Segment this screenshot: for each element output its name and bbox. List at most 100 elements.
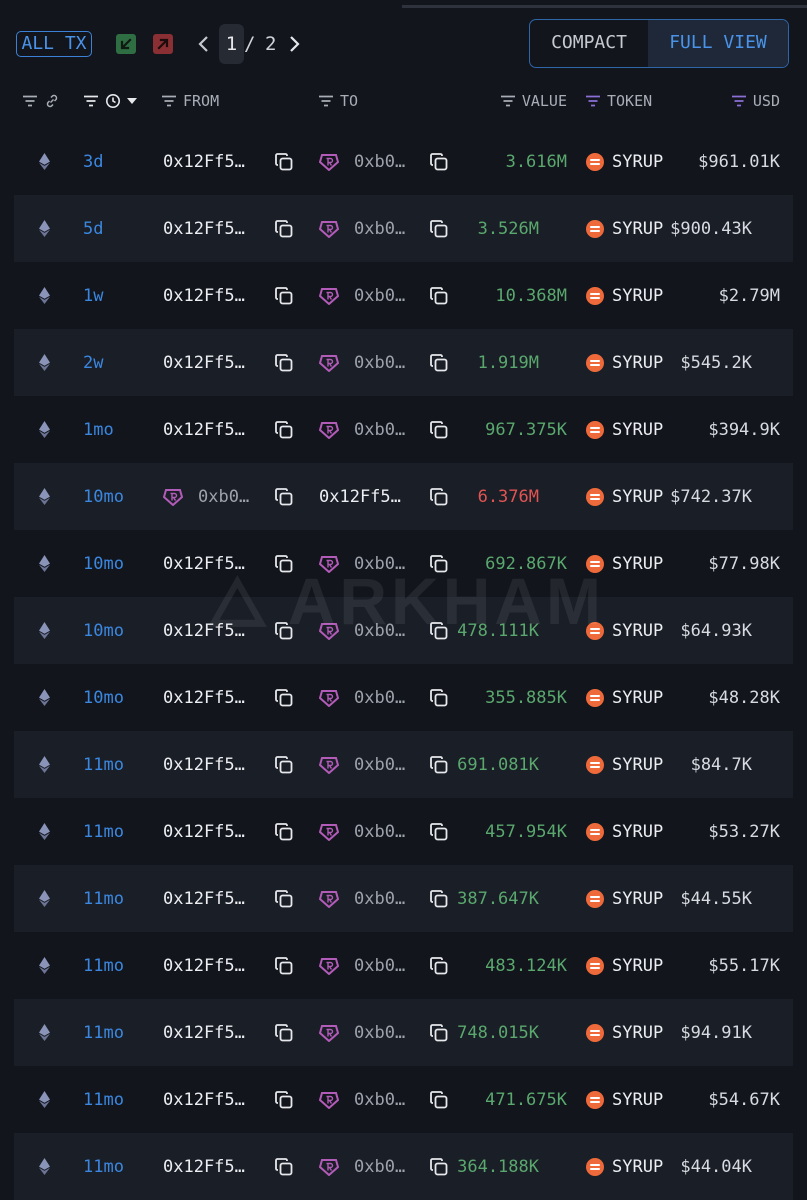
time-link[interactable]: 11mo: [83, 865, 124, 932]
copy-from-button[interactable]: [274, 664, 294, 731]
copy-icon[interactable]: [274, 822, 294, 842]
copy-icon[interactable]: [274, 1157, 294, 1177]
to-address[interactable]: 0xb0…: [319, 329, 405, 396]
entity-address[interactable]: 0xb0…: [319, 889, 405, 909]
entity-address[interactable]: 0xb0…: [319, 219, 405, 239]
to-address[interactable]: 0xb0…: [319, 731, 405, 798]
copy-from-button[interactable]: [274, 128, 294, 195]
table-row[interactable]: 5d 0x12Ff5… 0xb0… 3.526M SYRUP $900.43K: [14, 195, 793, 262]
from-address[interactable]: 0x12Ff5…: [163, 195, 245, 262]
table-row[interactable]: 11mo 0x12Ff5… 0xb0… 691.081K SYRUP $84.7…: [14, 731, 793, 798]
table-row[interactable]: 11mo 0x12Ff5… 0xb0… 457.954K SYRUP $53.2…: [0, 798, 807, 865]
entity-address[interactable]: 0xb0…: [319, 554, 405, 574]
full-view-button[interactable]: FULL VIEW: [648, 20, 788, 67]
from-address[interactable]: 0x12Ff5…: [163, 262, 245, 329]
chevron-left-icon[interactable]: [196, 32, 212, 56]
copy-icon[interactable]: [274, 286, 294, 306]
copy-icon[interactable]: [274, 353, 294, 373]
copy-icon[interactable]: [274, 621, 294, 641]
copy-from-button[interactable]: [274, 262, 294, 329]
to-address[interactable]: 0xb0…: [319, 262, 405, 329]
token-link[interactable]: SYRUP: [586, 597, 663, 664]
time-link[interactable]: 11mo: [83, 1066, 124, 1133]
from-address[interactable]: 0x12Ff5…: [163, 1133, 245, 1200]
copy-icon[interactable]: [274, 487, 294, 507]
copy-icon[interactable]: [429, 822, 449, 842]
token-link[interactable]: SYRUP: [586, 195, 663, 262]
copy-to-button[interactable]: [429, 463, 449, 530]
to-address[interactable]: 0xb0…: [319, 932, 405, 999]
time-link[interactable]: 2w: [83, 329, 103, 396]
copy-icon[interactable]: [429, 1023, 449, 1043]
entity-address[interactable]: 0xb0…: [319, 688, 405, 708]
copy-from-button[interactable]: [274, 731, 294, 798]
token-link[interactable]: SYRUP: [586, 798, 663, 865]
table-row[interactable]: 2w 0x12Ff5… 0xb0… 1.919M SYRUP $545.2K: [14, 329, 793, 396]
from-address[interactable]: 0x12Ff5…: [163, 128, 245, 195]
copy-icon[interactable]: [274, 219, 294, 239]
copy-icon[interactable]: [429, 889, 449, 909]
table-row[interactable]: 1w 0x12Ff5… 0xb0… 10.368M SYRUP $2.79M: [0, 262, 807, 329]
time-link[interactable]: 5d: [83, 195, 103, 262]
copy-from-button[interactable]: [274, 798, 294, 865]
copy-icon[interactable]: [274, 420, 294, 440]
header-usd[interactable]: USD: [731, 84, 780, 118]
copy-to-button[interactable]: [429, 1066, 449, 1133]
filter-icon[interactable]: [22, 95, 38, 107]
copy-to-button[interactable]: [429, 932, 449, 999]
time-link[interactable]: 3d: [83, 128, 103, 195]
time-link[interactable]: 10mo: [83, 597, 124, 664]
copy-to-button[interactable]: [429, 664, 449, 731]
header-to[interactable]: TO: [318, 84, 358, 118]
entity-address[interactable]: 0xb0…: [319, 1023, 405, 1043]
table-row[interactable]: 11mo 0x12Ff5… 0xb0… 387.647K SYRUP $44.5…: [14, 865, 793, 932]
to-address[interactable]: 0xb0…: [319, 999, 405, 1066]
copy-icon[interactable]: [429, 554, 449, 574]
copy-icon[interactable]: [274, 889, 294, 909]
to-address[interactable]: 0x12Ff5…: [319, 463, 401, 530]
time-link[interactable]: 1w: [83, 262, 103, 329]
copy-icon[interactable]: [274, 1023, 294, 1043]
time-link[interactable]: 10mo: [83, 463, 124, 530]
copy-to-button[interactable]: [429, 865, 449, 932]
entity-address[interactable]: 0xb0…: [319, 286, 405, 306]
token-link[interactable]: SYRUP: [586, 1066, 663, 1133]
copy-from-button[interactable]: [274, 329, 294, 396]
from-address[interactable]: 0x12Ff5…: [163, 396, 245, 463]
time-link[interactable]: 11mo: [83, 1133, 124, 1200]
to-address[interactable]: 0xb0…: [319, 664, 405, 731]
token-link[interactable]: SYRUP: [586, 329, 663, 396]
copy-icon[interactable]: [429, 420, 449, 440]
table-row[interactable]: 11mo 0x12Ff5… 0xb0… 483.124K SYRUP $55.1…: [0, 932, 807, 999]
table-row[interactable]: 10mo 0xb0… 0x12Ff5… 6.376M SYRUP $742.37…: [14, 463, 793, 530]
token-link[interactable]: SYRUP: [586, 128, 663, 195]
table-row[interactable]: 1mo 0x12Ff5… 0xb0… 967.375K SYRUP $394.9…: [0, 396, 807, 463]
filter-icon[interactable]: [161, 95, 177, 107]
copy-icon[interactable]: [429, 353, 449, 373]
copy-icon[interactable]: [429, 1157, 449, 1177]
entity-address[interactable]: 0xb0…: [319, 956, 405, 976]
copy-from-button[interactable]: [274, 463, 294, 530]
from-address[interactable]: 0xb0…: [163, 463, 249, 530]
time-link[interactable]: 1mo: [83, 396, 114, 463]
all-tx-filter-button[interactable]: ALL TX: [16, 31, 92, 57]
header-token[interactable]: TOKEN: [585, 84, 652, 118]
copy-icon[interactable]: [429, 755, 449, 775]
from-address[interactable]: 0x12Ff5…: [163, 530, 245, 597]
table-row[interactable]: 11mo 0x12Ff5… 0xb0… 471.675K SYRUP $54.6…: [0, 1066, 807, 1133]
outgoing-filter-button[interactable]: [153, 34, 173, 54]
copy-icon[interactable]: [274, 152, 294, 172]
copy-icon[interactable]: [429, 1090, 449, 1110]
header-value[interactable]: VALUE: [500, 84, 567, 118]
compact-view-button[interactable]: COMPACT: [530, 20, 648, 67]
table-row[interactable]: 11mo 0x12Ff5… 0xb0… 364.188K SYRUP $44.0…: [14, 1133, 793, 1200]
from-address[interactable]: 0x12Ff5…: [163, 798, 245, 865]
copy-from-button[interactable]: [274, 597, 294, 664]
entity-address[interactable]: 0xb0…: [163, 487, 249, 507]
token-link[interactable]: SYRUP: [586, 664, 663, 731]
sort-down-icon[interactable]: [127, 97, 137, 105]
entity-address[interactable]: 0xb0…: [319, 152, 405, 172]
copy-from-button[interactable]: [274, 530, 294, 597]
from-address[interactable]: 0x12Ff5…: [163, 597, 245, 664]
copy-from-button[interactable]: [274, 1066, 294, 1133]
